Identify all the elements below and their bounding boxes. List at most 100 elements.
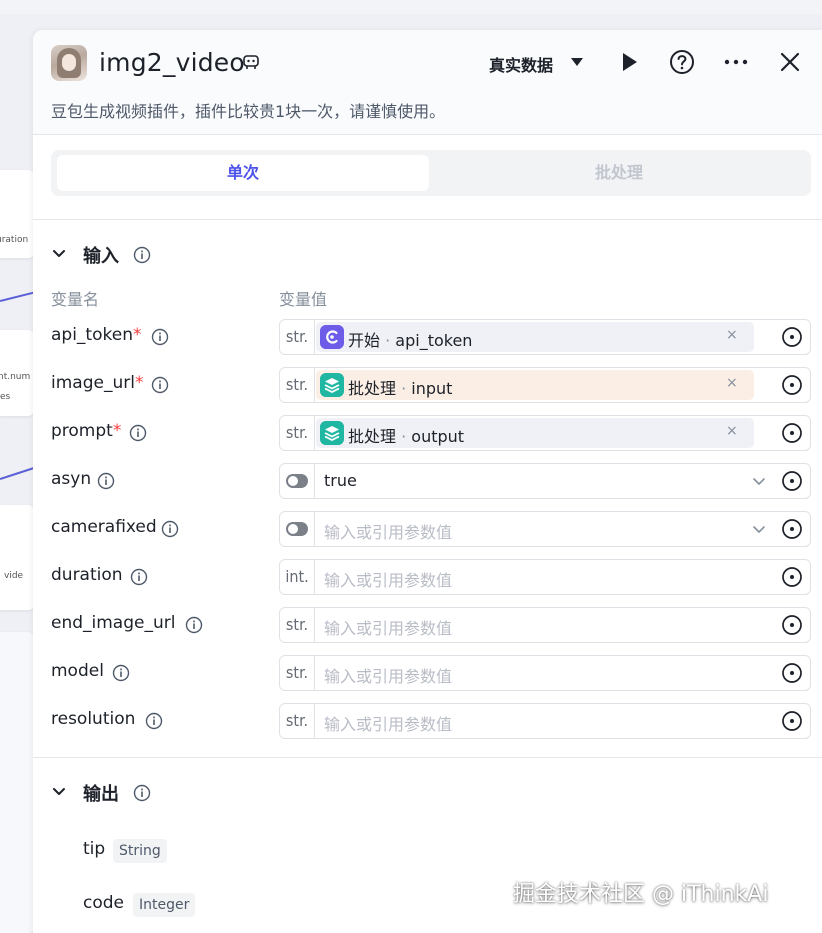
chevron-down-icon[interactable] (51, 245, 67, 261)
info-icon[interactable] (133, 784, 151, 802)
node-config-panel: img2_video 真实数据 豆包生成视频插件，插件比较贵1块一次，请谨慎使用… (33, 30, 822, 933)
param-placeholder: 输入或引用参数值 (324, 667, 453, 686)
param-value-field[interactable]: str. 输入或引用参数值 (279, 607, 811, 643)
type-tag: int. (280, 560, 315, 594)
param-row-model: model str. 输入或引用参数值 (33, 653, 822, 693)
help-icon[interactable] (669, 49, 695, 75)
info-icon[interactable] (185, 616, 203, 634)
type-tag: str. (280, 368, 315, 402)
section-divider (33, 757, 822, 758)
param-row-camerafixed: camerafixed 输入或引用参数值 (33, 509, 822, 549)
param-name: duration (51, 565, 123, 585)
param-placeholder: 输入或引用参数值 (324, 619, 453, 638)
type-tag: str. (280, 608, 315, 642)
chevron-down-icon[interactable] (51, 783, 67, 799)
run-mode-tabs: 单次 批处理 (51, 150, 811, 196)
reference-picker-icon[interactable] (781, 710, 803, 732)
clear-reference-icon[interactable]: × (726, 327, 738, 343)
boolean-type-tag (280, 464, 315, 498)
canvas-top-bar (0, 0, 822, 14)
batch-node-icon (320, 421, 344, 445)
reference-picker-icon[interactable] (781, 422, 803, 444)
type-tag: str. (280, 320, 315, 354)
canvas-node-text: es (0, 392, 11, 402)
param-value-field[interactable]: str. 输入或引用参数值 (279, 655, 811, 691)
section-divider (33, 219, 822, 220)
param-value-field[interactable]: str. 批处理 · output × (279, 415, 811, 451)
type-tag: str. (280, 704, 315, 738)
param-name: end_image_url (51, 613, 176, 633)
info-icon[interactable] (133, 246, 151, 264)
reference-picker-icon[interactable] (781, 518, 803, 540)
input-section-header[interactable]: 输入 (51, 242, 251, 268)
output-section-header[interactable]: 输出 (51, 780, 251, 806)
start-node-icon (320, 325, 344, 349)
node-description: 豆包生成视频插件，插件比较贵1块一次，请谨慎使用。 (51, 102, 446, 121)
watermark: 掘金技术社区 @ iThinkAi (513, 882, 769, 907)
info-icon[interactable] (145, 712, 163, 730)
chevron-down-icon[interactable] (752, 522, 766, 536)
caret-down-icon[interactable] (571, 58, 583, 66)
type-tag: str. (280, 416, 315, 450)
param-name: prompt* (51, 421, 122, 441)
tab-batch[interactable]: 批处理 (433, 155, 805, 191)
param-value-field[interactable]: str. 开始 · api_token × (279, 319, 811, 355)
column-header-value: 变量值 (279, 290, 328, 309)
reference-picker-icon[interactable] (781, 566, 803, 588)
param-name: camerafixed (51, 517, 157, 537)
more-icon[interactable] (723, 49, 749, 75)
run-icon[interactable] (616, 49, 642, 75)
chevron-down-icon[interactable] (752, 474, 766, 488)
output-type-badge: String (113, 839, 167, 863)
reference-label: 开始 · api_token (348, 331, 473, 350)
param-row-api-token: api_token* str. 开始 · api_token × (33, 317, 822, 357)
output-name: tip (83, 839, 106, 859)
canvas-connector (0, 291, 36, 302)
reference-picker-icon[interactable] (781, 374, 803, 396)
info-icon[interactable] (130, 568, 148, 586)
canvas-node-card: uration (0, 170, 34, 258)
info-icon[interactable] (129, 424, 147, 442)
variable-reference[interactable]: 开始 · api_token (316, 322, 754, 352)
param-row-end-image-url: end_image_url str. 输入或引用参数值 (33, 605, 822, 645)
info-icon[interactable] (161, 520, 179, 538)
output-section-title: 输出 (83, 784, 119, 805)
close-icon[interactable] (777, 49, 803, 75)
param-name: image_url* (51, 373, 144, 393)
info-icon[interactable] (151, 328, 169, 346)
reference-picker-icon[interactable] (781, 614, 803, 636)
param-row-prompt: prompt* str. 批处理 · output × (33, 413, 822, 453)
batch-node-icon (320, 373, 344, 397)
param-name: model (51, 661, 104, 681)
param-name: resolution (51, 709, 136, 729)
data-mode-select[interactable]: 真实数据 (489, 52, 553, 76)
node-title[interactable]: img2_video (99, 48, 245, 77)
toggle-icon (286, 522, 308, 536)
reference-picker-icon[interactable] (781, 326, 803, 348)
param-value-field[interactable]: str. 批处理 · input × (279, 367, 811, 403)
variable-reference[interactable]: 批处理 · output (316, 418, 754, 448)
param-value-field[interactable]: true (279, 463, 811, 499)
canvas-node-card (0, 632, 34, 933)
canvas-connector (0, 466, 35, 480)
param-placeholder: 输入或引用参数值 (324, 523, 453, 542)
clear-reference-icon[interactable]: × (726, 423, 738, 439)
param-value-field[interactable]: 输入或引用参数值 (279, 511, 811, 547)
canvas-node-text: vide (4, 571, 24, 581)
info-icon[interactable] (97, 472, 115, 490)
type-tag: str. (280, 656, 315, 690)
param-value-field[interactable]: str. 输入或引用参数值 (279, 703, 811, 739)
tab-single[interactable]: 单次 (57, 155, 429, 191)
param-row-resolution: resolution str. 输入或引用参数值 (33, 701, 822, 741)
variable-reference[interactable]: 批处理 · input (316, 370, 754, 400)
clear-reference-icon[interactable]: × (726, 375, 738, 391)
info-icon[interactable] (112, 664, 130, 682)
reference-picker-icon[interactable] (781, 662, 803, 684)
param-value: true (324, 471, 357, 490)
info-icon[interactable] (151, 376, 169, 394)
canvas-node-text: nt.num (0, 372, 31, 382)
reference-picker-icon[interactable] (781, 470, 803, 492)
param-value-field[interactable]: int. 输入或引用参数值 (279, 559, 811, 595)
param-placeholder: 输入或引用参数值 (324, 715, 453, 734)
input-section-title: 输入 (83, 246, 119, 267)
